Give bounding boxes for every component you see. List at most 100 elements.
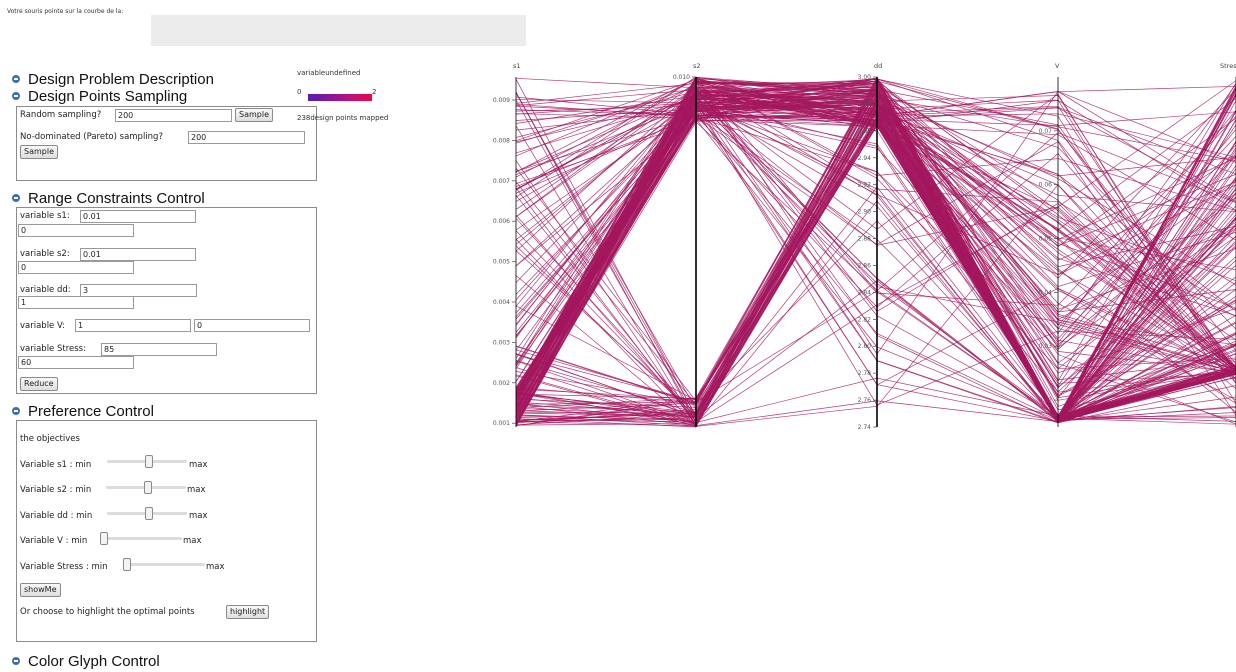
reduce-button[interactable]: Reduce [20,377,58,391]
expand-icon [12,407,20,415]
range-v-max-input[interactable]: 1 [75,319,191,332]
expand-icon [12,92,20,100]
section-design-problem[interactable]: Design Problem Description [12,72,214,88]
range-s1-max-input[interactable]: 0.01 [80,210,196,223]
section-color-glyph-title: Color Glyph Control [28,653,160,670]
sampling-panel: Random sampling? 200 Sample No-dominated… [16,106,317,181]
axis-tick-label: 2.78 [858,370,872,377]
range-v-label: variable V: [20,321,65,331]
pref-v-slider-thumb[interactable] [100,532,108,545]
pref-dd-max: max [189,511,208,521]
pref-s2-slider-thumb[interactable] [144,481,152,494]
section-range-title: Range Constraints Control [28,190,205,207]
range-v-min-input[interactable]: 0 [194,319,310,332]
axis-tick-label: 2.76 [858,397,872,404]
axis-tick-label: 0.008 [493,137,510,144]
data-line [515,86,1236,420]
axis-tick-label: 0.006 [493,218,510,225]
pref-stress-max: max [206,562,225,572]
highlight-button[interactable]: highlight [226,605,270,619]
axis-tick-label: 2.98 [858,101,872,108]
axis-tick-label: 2.88 [858,236,872,243]
pref-s2-label: Variable s2 : min [20,485,92,495]
data-line [515,95,1236,421]
axis-tick-label: 3.00 [858,74,872,81]
data-line [515,78,1236,412]
range-s2-min-input[interactable]: 0 [18,261,134,274]
hover-readout-box [151,15,526,46]
section-color-glyph[interactable]: Color Glyph Control [12,654,160,670]
data-line [515,106,1236,387]
pref-s1-slider-thumb[interactable] [145,455,153,468]
expand-icon [12,75,20,83]
section-sampling-title: Design Points Sampling [28,88,188,105]
range-stress-max-input[interactable]: 85 [101,343,217,356]
pref-v-max: max [183,536,202,546]
range-dd-label: variable dd: [20,285,71,295]
axis-title: s1 [513,62,521,70]
axis-tick-label: 0.03 [1039,343,1053,350]
pref-stress-slider[interactable] [125,563,205,566]
pref-s2-max: max [187,485,206,495]
pref-stress-slider-thumb[interactable] [123,558,131,571]
axis-tick-label: 0.005 [493,259,510,266]
legend-mapped-count: 238design points mapped [297,114,389,122]
legend-title: variableundefined [297,69,361,77]
data-line [515,124,1236,421]
legend-max: 2 [372,88,377,96]
axis-tick-label: 0.05 [1039,236,1053,243]
preference-panel: the objectives Variable s1 : min max Var… [16,420,317,642]
range-stress-label: variable Stress: [20,344,86,354]
axis-tick-label: 2.92 [858,182,872,189]
pref-dd-label: Variable dd : min [20,511,93,521]
range-s2-label: variable s2: [20,249,70,259]
pareto-sampling-input[interactable]: 200 [188,131,305,144]
hover-label: Votre souris pointe sur la courbe de la: [7,8,124,15]
range-dd-min-input[interactable]: 1 [18,296,134,309]
data-line [515,88,1236,423]
axis-title: Stress [1220,62,1236,70]
axis-tick-label: 0.001 [493,420,510,427]
pref-s1-label: Variable s1 : min [20,460,92,470]
axis-tick-label: 0.002 [493,380,510,387]
axis-tick-label: 2.82 [858,316,872,323]
data-line [515,89,1236,405]
polyline-group [515,76,1236,428]
pareto-sample-button[interactable]: Sample [20,145,58,159]
axis-tick-label: 0.003 [493,339,510,346]
random-sampling-input[interactable]: 200 [115,109,232,122]
highlight-text: Or choose to highlight the optimal point… [20,607,195,617]
data-line [515,93,1236,417]
range-s2-max-input[interactable]: 0.01 [80,248,196,261]
section-sampling[interactable]: Design Points Sampling [12,89,187,105]
axis-tick-label: 2.96 [858,128,872,135]
range-stress-min-input[interactable]: 60 [18,356,134,369]
legend-colorbar [308,94,373,101]
pref-v-slider[interactable] [102,537,182,540]
data-line [515,89,1236,404]
section-preference[interactable]: Preference Control [12,404,154,420]
parallel-coordinates-chart[interactable]: s1 0.009 0.008 0.007 0.006 0.005 0.004 0.003 0.0… [480,60,1236,440]
data-line [515,87,1236,422]
data-line [515,94,1236,412]
expand-icon [12,194,20,202]
axis-tick-label: 2.94 [858,155,872,162]
pareto-sampling-label: No-dominated (Pareto) sampling? [20,132,163,142]
pref-dd-slider-thumb[interactable] [145,507,153,520]
data-line [515,82,1236,410]
data-line [515,85,1236,427]
data-line [515,85,1236,427]
axis-tick-label: 2.74 [858,424,872,431]
show-me-button[interactable]: showMe [20,583,61,597]
axis-title: V [1055,62,1060,70]
axis-tick-label: 0.07 [1039,128,1053,135]
pref-s1-max: max [189,460,208,470]
random-sample-button[interactable]: Sample [235,108,273,122]
axis-tick-label: 0.007 [493,178,510,185]
section-range[interactable]: Range Constraints Control [12,191,205,207]
range-s1-min-input[interactable]: 0 [18,224,134,237]
axis-tick-label: 0.04 [1039,289,1053,296]
data-line [515,102,1236,421]
axis-title: s2 [693,62,701,70]
axis-tick-label: 0.009 [493,97,510,104]
